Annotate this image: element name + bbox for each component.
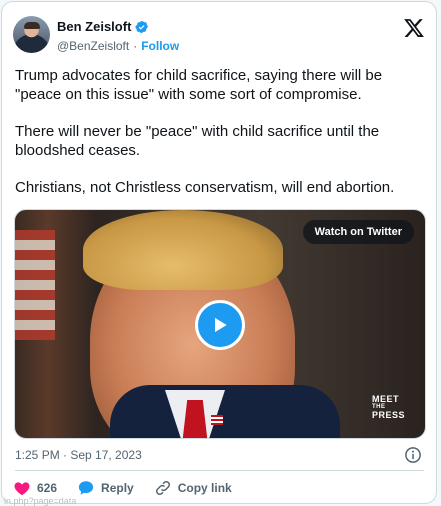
status-url: in.php?page=data xyxy=(4,496,77,506)
info-icon[interactable] xyxy=(404,446,422,464)
author-handle[interactable]: @BenZeisloft xyxy=(57,39,129,53)
action-bar: 626 Reply Copy link xyxy=(13,479,252,497)
author-name[interactable]: Ben Zeisloft xyxy=(57,19,131,34)
handle-row: @BenZeisloft · Follow xyxy=(57,39,179,53)
like-button[interactable]: 626 xyxy=(13,479,57,497)
avatar[interactable] xyxy=(13,16,50,53)
video-player[interactable]: Watch on Twitter MEET THE PRESS xyxy=(14,209,426,439)
tweet-text: Trump advocates for child sacrifice, say… xyxy=(15,66,425,215)
x-logo-icon[interactable] xyxy=(403,17,425,39)
flag-pin xyxy=(211,415,223,425)
meet-the-press-logo: MEET THE PRESS xyxy=(372,395,405,420)
verified-badge-icon xyxy=(135,20,149,33)
copy-link-label: Copy link xyxy=(177,481,232,495)
tweet-paragraph: There will never be "peace" with child s… xyxy=(15,123,380,159)
video-subject-hair xyxy=(83,210,283,290)
tweet-header: Ben Zeisloft @BenZeisloft · Follow xyxy=(13,14,427,54)
reply-label: Reply xyxy=(101,481,134,495)
follow-link[interactable]: Follow xyxy=(141,39,179,53)
flag-background xyxy=(15,230,55,340)
heart-icon xyxy=(14,482,30,496)
play-icon xyxy=(215,317,227,333)
timestamp[interactable]: 1:25 PM · Sep 17, 2023 xyxy=(15,448,142,462)
brand-line: MEET xyxy=(371,394,399,404)
reply-button[interactable]: Reply xyxy=(77,479,134,497)
name-row: Ben Zeisloft xyxy=(57,19,149,34)
reply-icon xyxy=(78,481,94,495)
divider xyxy=(15,470,424,471)
copy-link-button[interactable]: Copy link xyxy=(154,479,232,497)
play-button[interactable] xyxy=(195,300,245,350)
brand-line: PRESS xyxy=(371,410,405,420)
link-icon xyxy=(155,480,170,496)
separator-dot: · xyxy=(133,39,138,53)
tweet-card: Ben Zeisloft @BenZeisloft · Follow Trump… xyxy=(1,1,437,506)
like-count: 626 xyxy=(37,481,58,495)
tweet-paragraph: Trump advocates for child sacrifice, say… xyxy=(15,67,383,103)
video-subject-suit xyxy=(110,385,340,438)
tweet-paragraph: Christians, not Christless conservatism,… xyxy=(15,179,395,196)
watch-on-twitter-button[interactable]: Watch on Twitter xyxy=(302,220,414,244)
